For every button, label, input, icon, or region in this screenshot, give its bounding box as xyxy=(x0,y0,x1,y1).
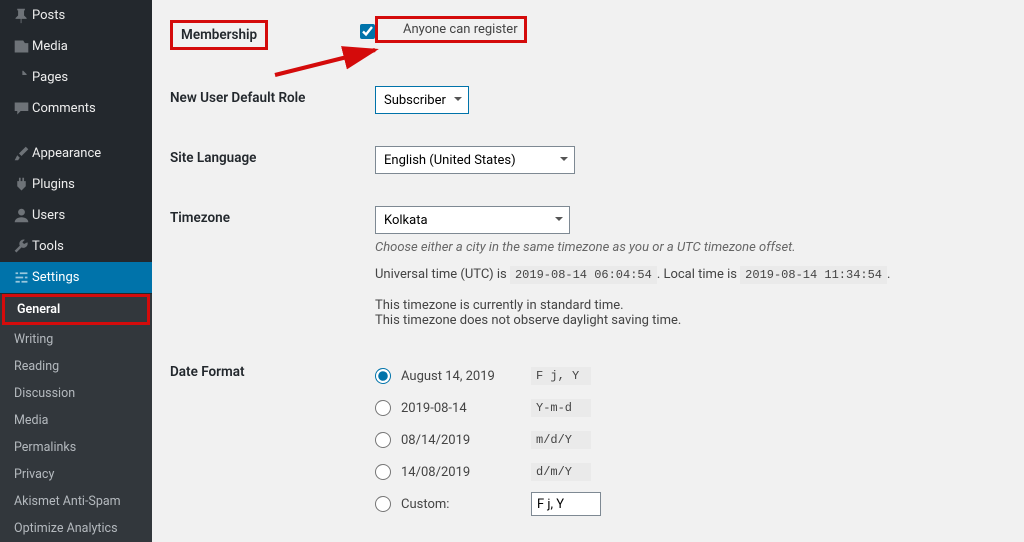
sidebar-item-label: Tools xyxy=(32,239,64,254)
user-icon xyxy=(10,207,32,224)
admin-sidebar: Posts Media Pages Comments Appearance Pl… xyxy=(0,0,152,536)
sliders-icon xyxy=(10,269,32,286)
sidebar-item-appearance[interactable]: Appearance xyxy=(0,138,152,169)
sidebar-item-comments[interactable]: Comments xyxy=(0,93,152,124)
submenu-discussion[interactable]: Discussion xyxy=(0,380,152,407)
submenu-media[interactable]: Media xyxy=(0,407,152,434)
pin-icon xyxy=(10,7,32,24)
sidebar-item-tools[interactable]: Tools xyxy=(0,231,152,262)
submenu-akismet[interactable]: Akismet Anti-Spam xyxy=(0,488,152,515)
date-format-custom[interactable]: Custom: xyxy=(375,488,1001,520)
date-format-option[interactable]: 14/08/2019d/m/Y xyxy=(375,456,1001,488)
date-format-option[interactable]: 2019-08-14Y-m-d xyxy=(375,392,1001,424)
brush-icon xyxy=(10,145,32,162)
wrench-icon xyxy=(10,238,32,255)
membership-checkbox[interactable] xyxy=(360,24,375,39)
date-format-option[interactable]: 08/14/2019m/d/Y xyxy=(375,424,1001,456)
date-format-option[interactable]: August 14, 2019F j, Y xyxy=(375,360,1001,392)
sidebar-item-plugins[interactable]: Plugins xyxy=(0,169,152,200)
date-format-custom-input[interactable] xyxy=(531,492,601,516)
sidebar-item-posts[interactable]: Posts xyxy=(0,0,152,31)
sidebar-item-label: Plugins xyxy=(32,177,75,192)
site-language-label: Site Language xyxy=(170,150,256,166)
sidebar-item-label: Comments xyxy=(32,101,96,116)
sidebar-item-label: Appearance xyxy=(32,146,101,161)
sidebar-item-label: Media xyxy=(32,39,68,54)
sidebar-item-label: Pages xyxy=(32,70,68,85)
sidebar-item-label: Users xyxy=(32,208,65,223)
sidebar-item-pages[interactable]: Pages xyxy=(0,62,152,93)
timezone-label: Timezone xyxy=(170,210,230,226)
timezone-select[interactable]: Kolkata xyxy=(375,206,570,234)
submenu-privacy[interactable]: Privacy xyxy=(0,461,152,488)
submenu-reading[interactable]: Reading xyxy=(0,353,152,380)
sidebar-item-label: Settings xyxy=(32,270,79,285)
sidebar-item-users[interactable]: Users xyxy=(0,200,152,231)
new-user-role-label: New User Default Role xyxy=(170,90,305,106)
sidebar-item-settings[interactable]: Settings xyxy=(0,262,152,293)
submenu-general[interactable]: General xyxy=(2,294,150,325)
date-format-label: Date Format xyxy=(170,364,245,380)
sidebar-item-media[interactable]: Media xyxy=(0,31,152,62)
membership-label: Membership xyxy=(170,20,268,50)
timezone-description: Choose either a city in the same timezon… xyxy=(375,240,1001,255)
submenu-optimize-analytics[interactable]: Optimize Analytics xyxy=(0,515,152,542)
submenu-writing[interactable]: Writing xyxy=(0,326,152,353)
membership-checkbox-label: Anyone can register xyxy=(403,22,518,37)
new-user-role-select[interactable]: Subscriber xyxy=(375,86,469,114)
media-icon xyxy=(10,38,32,55)
plugin-icon xyxy=(10,176,32,193)
sidebar-item-label: Posts xyxy=(32,8,65,23)
timezone-standard-info: This timezone is currently in standard t… xyxy=(375,298,1001,313)
timezone-utc-info: Universal time (UTC) is 2019-08-14 06:04… xyxy=(375,267,1001,282)
submenu-permalinks[interactable]: Permalinks xyxy=(0,434,152,461)
timezone-dst-info: This timezone does not observe daylight … xyxy=(375,313,1001,328)
settings-submenu: General Writing Reading Discussion Media… xyxy=(0,294,152,542)
page-icon xyxy=(10,69,32,86)
settings-general-form: Membership Anyone can register New User … xyxy=(152,0,1024,536)
comment-icon xyxy=(10,100,32,117)
site-language-select[interactable]: English (United States) xyxy=(375,146,575,174)
